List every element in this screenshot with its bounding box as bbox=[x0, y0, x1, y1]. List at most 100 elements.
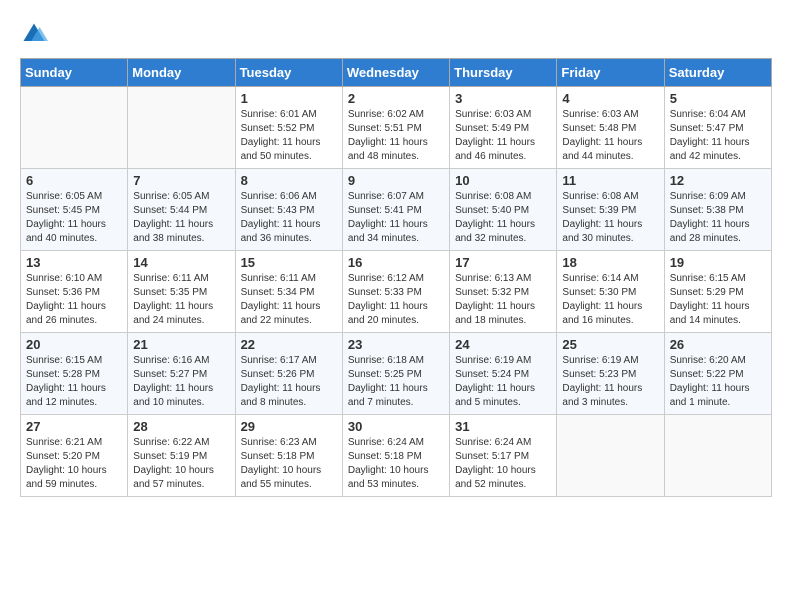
day-cell: 29 Sunrise: 6:23 AM Sunset: 5:18 PM Dayl… bbox=[235, 415, 342, 497]
day-info: Sunrise: 6:09 AM Sunset: 5:38 PM Dayligh… bbox=[670, 190, 766, 246]
day-number: 8 bbox=[241, 173, 337, 188]
day-number: 13 bbox=[26, 255, 122, 270]
day-info: Sunrise: 6:10 AM Sunset: 5:36 PM Dayligh… bbox=[26, 272, 122, 328]
day-info: Sunrise: 6:17 AM Sunset: 5:26 PM Dayligh… bbox=[241, 354, 337, 410]
calendar-table: SundayMondayTuesdayWednesdayThursdayFrid… bbox=[20, 58, 772, 497]
day-cell: 22 Sunrise: 6:17 AM Sunset: 5:26 PM Dayl… bbox=[235, 333, 342, 415]
header-saturday: Saturday bbox=[664, 59, 771, 87]
day-number: 17 bbox=[455, 255, 551, 270]
day-cell: 30 Sunrise: 6:24 AM Sunset: 5:18 PM Dayl… bbox=[342, 415, 449, 497]
day-info: Sunrise: 6:03 AM Sunset: 5:48 PM Dayligh… bbox=[562, 108, 658, 164]
day-cell: 11 Sunrise: 6:08 AM Sunset: 5:39 PM Dayl… bbox=[557, 169, 664, 251]
day-cell: 13 Sunrise: 6:10 AM Sunset: 5:36 PM Dayl… bbox=[21, 251, 128, 333]
day-cell: 12 Sunrise: 6:09 AM Sunset: 5:38 PM Dayl… bbox=[664, 169, 771, 251]
day-info: Sunrise: 6:08 AM Sunset: 5:39 PM Dayligh… bbox=[562, 190, 658, 246]
day-cell: 28 Sunrise: 6:22 AM Sunset: 5:19 PM Dayl… bbox=[128, 415, 235, 497]
day-cell bbox=[128, 87, 235, 169]
day-number: 4 bbox=[562, 91, 658, 106]
day-info: Sunrise: 6:08 AM Sunset: 5:40 PM Dayligh… bbox=[455, 190, 551, 246]
day-info: Sunrise: 6:19 AM Sunset: 5:23 PM Dayligh… bbox=[562, 354, 658, 410]
day-info: Sunrise: 6:07 AM Sunset: 5:41 PM Dayligh… bbox=[348, 190, 444, 246]
day-number: 12 bbox=[670, 173, 766, 188]
day-number: 18 bbox=[562, 255, 658, 270]
header-monday: Monday bbox=[128, 59, 235, 87]
day-info: Sunrise: 6:15 AM Sunset: 5:28 PM Dayligh… bbox=[26, 354, 122, 410]
day-info: Sunrise: 6:13 AM Sunset: 5:32 PM Dayligh… bbox=[455, 272, 551, 328]
day-info: Sunrise: 6:15 AM Sunset: 5:29 PM Dayligh… bbox=[670, 272, 766, 328]
day-cell: 9 Sunrise: 6:07 AM Sunset: 5:41 PM Dayli… bbox=[342, 169, 449, 251]
header-friday: Friday bbox=[557, 59, 664, 87]
day-cell: 14 Sunrise: 6:11 AM Sunset: 5:35 PM Dayl… bbox=[128, 251, 235, 333]
day-info: Sunrise: 6:12 AM Sunset: 5:33 PM Dayligh… bbox=[348, 272, 444, 328]
day-cell: 31 Sunrise: 6:24 AM Sunset: 5:17 PM Dayl… bbox=[450, 415, 557, 497]
day-info: Sunrise: 6:24 AM Sunset: 5:17 PM Dayligh… bbox=[455, 436, 551, 492]
day-number: 3 bbox=[455, 91, 551, 106]
day-cell: 10 Sunrise: 6:08 AM Sunset: 5:40 PM Dayl… bbox=[450, 169, 557, 251]
day-number: 5 bbox=[670, 91, 766, 106]
day-info: Sunrise: 6:05 AM Sunset: 5:44 PM Dayligh… bbox=[133, 190, 229, 246]
day-cell: 3 Sunrise: 6:03 AM Sunset: 5:49 PM Dayli… bbox=[450, 87, 557, 169]
day-cell: 25 Sunrise: 6:19 AM Sunset: 5:23 PM Dayl… bbox=[557, 333, 664, 415]
day-number: 9 bbox=[348, 173, 444, 188]
day-number: 25 bbox=[562, 337, 658, 352]
day-info: Sunrise: 6:02 AM Sunset: 5:51 PM Dayligh… bbox=[348, 108, 444, 164]
day-number: 1 bbox=[241, 91, 337, 106]
day-number: 14 bbox=[133, 255, 229, 270]
day-number: 24 bbox=[455, 337, 551, 352]
day-cell: 5 Sunrise: 6:04 AM Sunset: 5:47 PM Dayli… bbox=[664, 87, 771, 169]
day-number: 6 bbox=[26, 173, 122, 188]
day-cell: 8 Sunrise: 6:06 AM Sunset: 5:43 PM Dayli… bbox=[235, 169, 342, 251]
day-number: 15 bbox=[241, 255, 337, 270]
day-cell: 23 Sunrise: 6:18 AM Sunset: 5:25 PM Dayl… bbox=[342, 333, 449, 415]
day-cell: 4 Sunrise: 6:03 AM Sunset: 5:48 PM Dayli… bbox=[557, 87, 664, 169]
day-info: Sunrise: 6:06 AM Sunset: 5:43 PM Dayligh… bbox=[241, 190, 337, 246]
day-cell: 7 Sunrise: 6:05 AM Sunset: 5:44 PM Dayli… bbox=[128, 169, 235, 251]
day-info: Sunrise: 6:03 AM Sunset: 5:49 PM Dayligh… bbox=[455, 108, 551, 164]
day-info: Sunrise: 6:04 AM Sunset: 5:47 PM Dayligh… bbox=[670, 108, 766, 164]
day-cell: 26 Sunrise: 6:20 AM Sunset: 5:22 PM Dayl… bbox=[664, 333, 771, 415]
day-info: Sunrise: 6:14 AM Sunset: 5:30 PM Dayligh… bbox=[562, 272, 658, 328]
header-thursday: Thursday bbox=[450, 59, 557, 87]
day-info: Sunrise: 6:16 AM Sunset: 5:27 PM Dayligh… bbox=[133, 354, 229, 410]
day-number: 22 bbox=[241, 337, 337, 352]
header-tuesday: Tuesday bbox=[235, 59, 342, 87]
logo bbox=[20, 20, 52, 48]
day-cell: 19 Sunrise: 6:15 AM Sunset: 5:29 PM Dayl… bbox=[664, 251, 771, 333]
page-header bbox=[20, 20, 772, 48]
day-cell bbox=[21, 87, 128, 169]
header-sunday: Sunday bbox=[21, 59, 128, 87]
day-cell: 17 Sunrise: 6:13 AM Sunset: 5:32 PM Dayl… bbox=[450, 251, 557, 333]
day-cell: 21 Sunrise: 6:16 AM Sunset: 5:27 PM Dayl… bbox=[128, 333, 235, 415]
day-info: Sunrise: 6:18 AM Sunset: 5:25 PM Dayligh… bbox=[348, 354, 444, 410]
week-row-1: 1 Sunrise: 6:01 AM Sunset: 5:52 PM Dayli… bbox=[21, 87, 772, 169]
day-cell: 6 Sunrise: 6:05 AM Sunset: 5:45 PM Dayli… bbox=[21, 169, 128, 251]
week-row-3: 13 Sunrise: 6:10 AM Sunset: 5:36 PM Dayl… bbox=[21, 251, 772, 333]
day-number: 11 bbox=[562, 173, 658, 188]
day-number: 19 bbox=[670, 255, 766, 270]
day-cell: 1 Sunrise: 6:01 AM Sunset: 5:52 PM Dayli… bbox=[235, 87, 342, 169]
day-number: 23 bbox=[348, 337, 444, 352]
logo-icon bbox=[20, 20, 48, 48]
day-number: 7 bbox=[133, 173, 229, 188]
day-number: 16 bbox=[348, 255, 444, 270]
day-number: 2 bbox=[348, 91, 444, 106]
day-cell: 18 Sunrise: 6:14 AM Sunset: 5:30 PM Dayl… bbox=[557, 251, 664, 333]
day-info: Sunrise: 6:23 AM Sunset: 5:18 PM Dayligh… bbox=[241, 436, 337, 492]
week-row-2: 6 Sunrise: 6:05 AM Sunset: 5:45 PM Dayli… bbox=[21, 169, 772, 251]
day-number: 27 bbox=[26, 419, 122, 434]
weekday-header-row: SundayMondayTuesdayWednesdayThursdayFrid… bbox=[21, 59, 772, 87]
header-wednesday: Wednesday bbox=[342, 59, 449, 87]
day-cell bbox=[557, 415, 664, 497]
day-cell: 20 Sunrise: 6:15 AM Sunset: 5:28 PM Dayl… bbox=[21, 333, 128, 415]
day-info: Sunrise: 6:20 AM Sunset: 5:22 PM Dayligh… bbox=[670, 354, 766, 410]
day-number: 10 bbox=[455, 173, 551, 188]
day-info: Sunrise: 6:11 AM Sunset: 5:35 PM Dayligh… bbox=[133, 272, 229, 328]
day-info: Sunrise: 6:01 AM Sunset: 5:52 PM Dayligh… bbox=[241, 108, 337, 164]
day-info: Sunrise: 6:19 AM Sunset: 5:24 PM Dayligh… bbox=[455, 354, 551, 410]
day-info: Sunrise: 6:22 AM Sunset: 5:19 PM Dayligh… bbox=[133, 436, 229, 492]
day-number: 21 bbox=[133, 337, 229, 352]
day-cell: 15 Sunrise: 6:11 AM Sunset: 5:34 PM Dayl… bbox=[235, 251, 342, 333]
day-number: 29 bbox=[241, 419, 337, 434]
day-cell: 27 Sunrise: 6:21 AM Sunset: 5:20 PM Dayl… bbox=[21, 415, 128, 497]
day-cell bbox=[664, 415, 771, 497]
